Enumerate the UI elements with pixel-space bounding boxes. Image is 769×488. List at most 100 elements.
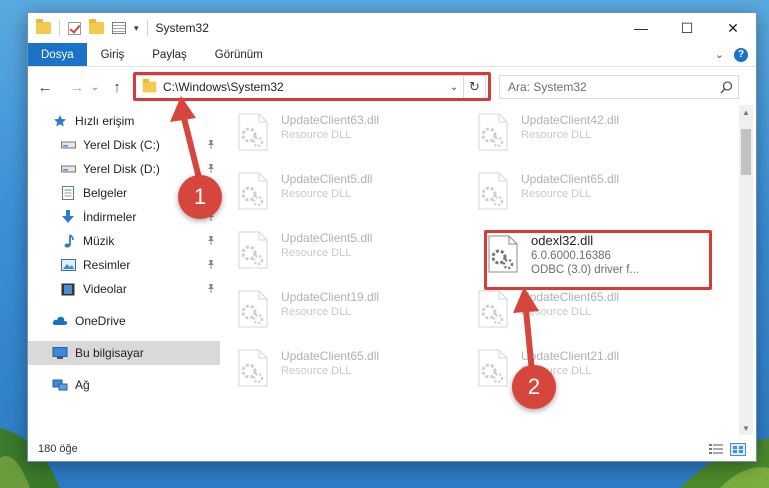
customize-dropdown-icon[interactable]: ▾ <box>134 23 139 34</box>
file-name: UpdateClient5.dll <box>281 231 373 245</box>
sidebar-item-label: Ağ <box>75 378 90 392</box>
file-name: UpdateClient5.dll <box>281 172 373 186</box>
pin-icon[interactable] <box>206 163 216 173</box>
step-badge-1: 1 <box>178 175 222 219</box>
search-input[interactable]: Ara: System32 <box>508 80 714 94</box>
details-view-icon[interactable] <box>708 443 724 456</box>
file-description: Resource DLL <box>521 306 592 318</box>
recent-locations-icon[interactable]: ⌄ <box>88 82 102 93</box>
computer-icon <box>52 346 68 360</box>
sidebar-item-label: İndirmeler <box>83 210 137 224</box>
sidebar-item-disk-c[interactable]: Yerel Disk (C:) <box>28 133 220 157</box>
window-controls: — ☐ ✕ <box>618 13 756 43</box>
sidebar-item-label: Yerel Disk (C:) <box>83 138 160 152</box>
properties-check-icon[interactable] <box>68 21 81 35</box>
drive-icon <box>60 162 76 176</box>
title-bar: ▾ System32 — ☐ ✕ <box>28 13 756 43</box>
scroll-thumb[interactable] <box>741 129 751 175</box>
pin-icon[interactable] <box>206 259 216 269</box>
quick-access-toolbar: ▾ <box>28 19 148 36</box>
address-dropdown-icon[interactable]: ⌄ <box>445 82 463 93</box>
sidebar-item-network[interactable]: Ağ <box>28 373 220 397</box>
expand-ribbon-icon[interactable]: ⌄ <box>715 48 724 61</box>
pictures-icon <box>60 258 76 272</box>
file-name: UpdateClient65.dll <box>521 290 620 304</box>
sidebar-item-music[interactable]: Müzik <box>28 229 220 253</box>
file-item[interactable]: UpdateClient42.dll Resource DLL <box>461 109 681 159</box>
file-list: UpdateClient63.dll Resource DLL UpdateCli… <box>221 105 737 435</box>
view-buttons <box>708 443 746 456</box>
video-icon <box>60 282 76 296</box>
drive-icon <box>60 138 76 152</box>
dll-file-icon <box>235 231 271 269</box>
search-box[interactable]: Ara: System32 <box>499 75 739 99</box>
dll-file-icon <box>475 172 511 210</box>
sidebar-item-videos[interactable]: Videolar <box>28 277 220 301</box>
sidebar-item-label: Yerel Disk (D:) <box>83 162 160 176</box>
sidebar-item-pictures[interactable]: Resimler <box>28 253 220 277</box>
file-item[interactable]: UpdateClient5.dll Resource DLL <box>221 227 441 277</box>
dll-file-icon <box>475 349 511 387</box>
tiles-view-icon[interactable] <box>730 443 746 456</box>
item-count: 180 öğe <box>38 443 78 455</box>
file-item-odexl32[interactable]: odexl32.dll 6.0.6000.16386 ODBC (3.0) dr… <box>473 231 693 281</box>
toolbar-divider <box>146 20 148 36</box>
tab-file[interactable]: Dosya <box>28 43 87 66</box>
file-item[interactable]: UpdateClient19.dll Resource DLL <box>221 286 441 336</box>
back-button[interactable]: ← <box>34 79 56 96</box>
forward-button[interactable]: → <box>66 79 88 96</box>
dll-file-icon <box>475 290 511 328</box>
address-path[interactable]: C:\Windows\System32 <box>163 80 445 94</box>
close-button[interactable]: ✕ <box>710 13 756 43</box>
tab-share[interactable]: Paylaş <box>138 43 201 66</box>
properties-icon[interactable] <box>112 22 126 34</box>
sidebar-item-label: Bu bilgisayar <box>75 346 144 360</box>
scroll-down-icon[interactable]: ▼ <box>739 421 753 435</box>
status-bar: 180 öğe <box>28 437 756 461</box>
search-icon[interactable] <box>714 80 738 94</box>
sidebar-item-quick-access[interactable]: Hızlı erişim <box>28 109 220 133</box>
dll-file-icon <box>235 290 271 328</box>
tab-home[interactable]: Giriş <box>87 43 139 66</box>
minimize-button[interactable]: — <box>618 13 664 43</box>
pin-icon[interactable] <box>206 283 216 293</box>
up-button[interactable]: ↑ <box>106 79 128 96</box>
help-icon[interactable]: ? <box>734 47 748 62</box>
music-icon <box>60 234 76 248</box>
document-icon <box>60 186 76 200</box>
ribbon-right: ⌄ ? <box>715 43 756 66</box>
file-item[interactable]: UpdateClient65.dll Resource DLL <box>221 345 441 395</box>
file-item[interactable]: UpdateClient65.dll Resource DLL <box>461 168 681 218</box>
pin-icon[interactable] <box>206 235 216 245</box>
address-bar[interactable]: C:\Windows\System32 ⌄ ↻ <box>134 75 486 99</box>
pin-icon[interactable] <box>206 139 216 149</box>
tab-view[interactable]: Görünüm <box>201 43 277 66</box>
sidebar-item-this-pc[interactable]: Bu bilgisayar <box>28 341 220 365</box>
refresh-button[interactable]: ↻ <box>463 76 485 98</box>
vertical-scrollbar[interactable]: ▲ ▼ <box>739 105 753 435</box>
dll-file-icon <box>235 172 271 210</box>
file-description: Resource DLL <box>521 188 592 200</box>
file-item[interactable]: UpdateClient63.dll Resource DLL <box>221 109 441 159</box>
file-item[interactable]: UpdateClient5.dll Resource DLL <box>221 168 441 218</box>
download-icon <box>60 210 76 224</box>
file-item[interactable]: UpdateClient65.dll Resource DLL <box>461 286 681 336</box>
file-item[interactable]: UpdateClient21.dll Resource DLL <box>461 345 681 395</box>
ribbon-tabs: Dosya Giriş Paylaş Görünüm ⌄ ? <box>28 43 756 67</box>
step-badge-2: 2 <box>512 365 556 409</box>
dll-file-icon <box>235 113 271 151</box>
scroll-up-icon[interactable]: ▲ <box>739 105 753 119</box>
navigation-pane: Hızlı erişim Yerel Disk (C:) Yerel Disk … <box>28 109 220 429</box>
file-description: Resource DLL <box>521 129 592 141</box>
navigation-bar: ← → ⌄ ↑ C:\Windows\System32 ⌄ ↻ Ara: Sys… <box>28 73 756 101</box>
maximize-button[interactable]: ☐ <box>664 13 710 43</box>
address-folder-icon <box>142 78 157 93</box>
file-name: UpdateClient21.dll <box>521 349 620 363</box>
file-name: UpdateClient19.dll <box>281 290 380 304</box>
new-folder-icon[interactable] <box>89 19 104 34</box>
sidebar-item-onedrive[interactable]: OneDrive <box>28 309 220 333</box>
file-name: UpdateClient63.dll <box>281 113 380 127</box>
dll-file-icon <box>235 349 271 387</box>
file-version: 6.0.6000.16386 <box>531 250 611 262</box>
file-description: ODBC (3.0) driver f... <box>531 264 639 276</box>
